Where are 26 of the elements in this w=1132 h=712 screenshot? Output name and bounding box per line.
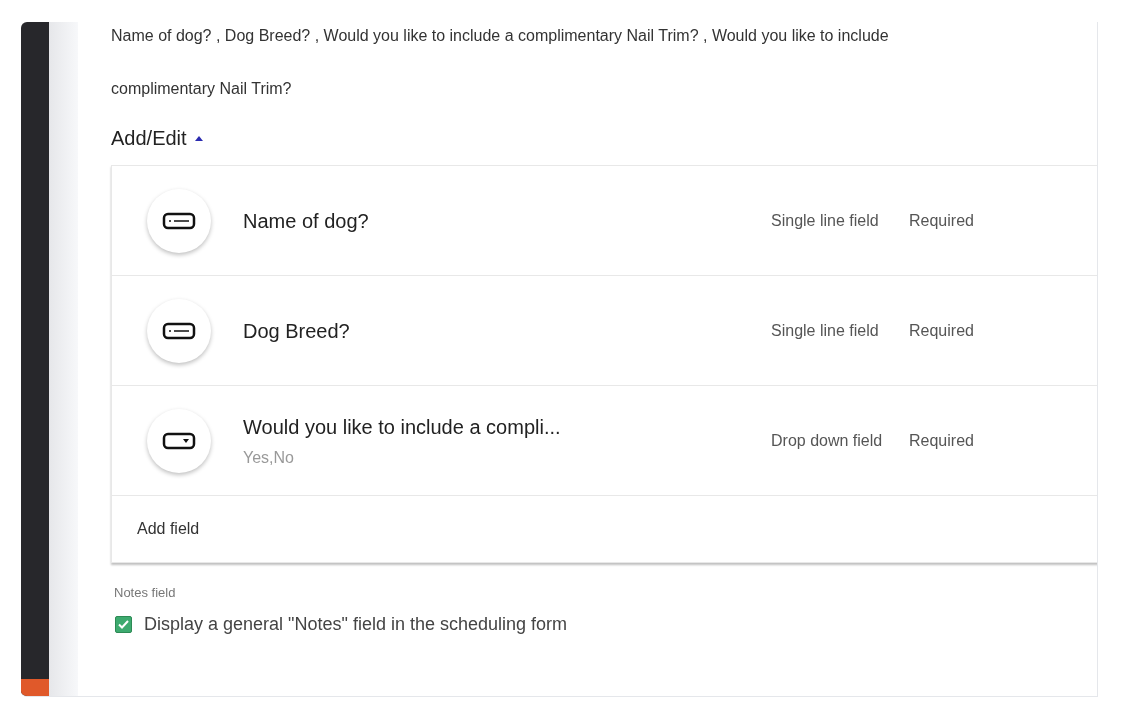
field-name: Name of dog? (243, 208, 370, 234)
notes-checkbox-label: Display a general "Notes" field in the scheduling form (144, 612, 567, 636)
required-label: Required (909, 430, 974, 451)
field-type-label: Drop down field (771, 430, 884, 451)
add-edit-toggle[interactable]: Add/Edit (111, 122, 203, 154)
add-field-button[interactable]: Add field (137, 517, 200, 541)
field-row[interactable]: Would you like to include a compli... Yes,No Drop down field Required (112, 386, 1097, 496)
notes-field-label: Notes field (114, 584, 177, 602)
field-type-label: Single line field (771, 210, 880, 231)
checkmark-icon (118, 619, 129, 629)
sidebar-accent (21, 679, 49, 696)
dropdown-field-icon (162, 431, 196, 450)
required-label: Required (909, 320, 974, 341)
field-row[interactable]: Name of dog? Single line field Required (112, 166, 1097, 276)
caret-icon (194, 135, 203, 141)
field-type-label: Single line field (771, 320, 880, 341)
notes-checkbox[interactable] (115, 615, 132, 633)
field-name: Dog Breed? (243, 318, 351, 344)
field-name: Would you like to include a compli... (243, 414, 562, 440)
field-row[interactable]: Dog Breed? Single line field Required (112, 276, 1097, 386)
text-field-icon (162, 211, 196, 230)
field-options: Yes,No (243, 445, 763, 470)
text-field-icon (162, 321, 196, 340)
field-summary-text: complimentary Nail Trim? (111, 79, 292, 99)
field-summary-text: Name of dog? , Dog Breed? , Would you like to include a complimentary Nail Trim? , Would you like to include (111, 26, 889, 46)
required-label: Required (909, 210, 974, 231)
